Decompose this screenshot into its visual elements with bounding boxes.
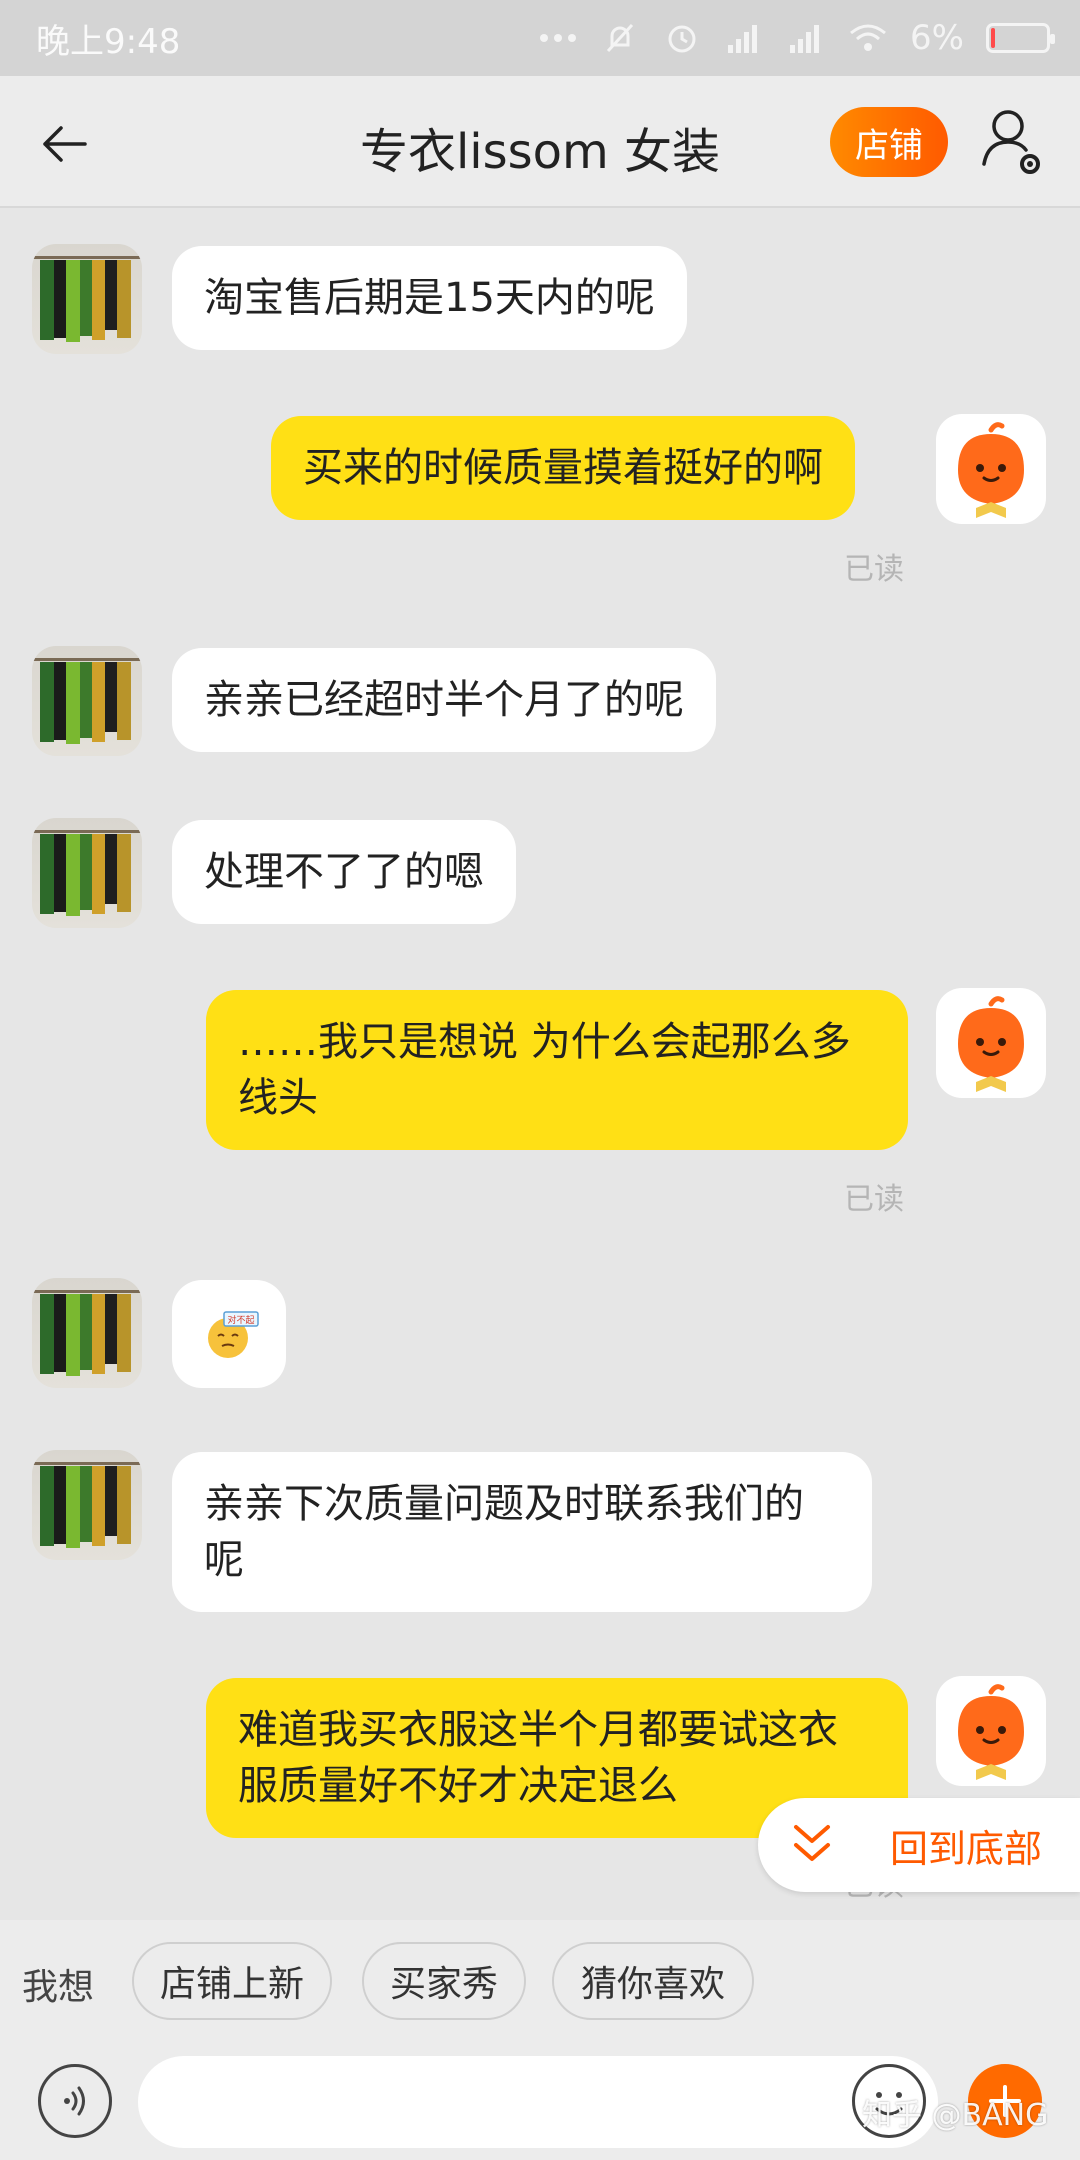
chat-header: 专衣lissom 女装 店铺 [0,76,1080,208]
quick-reply-bar: 我想 店铺上新 买家秀 猜你喜欢 [0,1920,1080,2044]
status-time: 晚上9:48 [36,21,181,62]
clothes-rack-image [32,1462,142,1548]
status-bar: 晚上9:48 6% [0,0,1080,76]
quick-reply-chip[interactable]: 买家秀 [362,1942,526,2020]
my-avatar[interactable] [936,988,1046,1098]
bell-muted-icon [600,21,640,55]
input-bar: 知乎 @BANG [0,2044,1080,2160]
clothes-rack-image [32,830,142,916]
shop-avatar[interactable] [32,244,142,354]
shop-avatar[interactable] [32,1278,142,1388]
double-chevron-down-icon [794,1825,830,1861]
quick-reply-chip[interactable]: 店铺上新 [132,1942,332,2020]
status-icons: 6% [538,18,1055,58]
voice-button[interactable] [38,2064,112,2138]
sticker-caption: 对不起 [227,1314,254,1326]
clothes-rack-image [32,658,142,744]
wifi-icon [848,21,888,55]
alarm-icon [662,21,702,55]
scroll-to-bottom-button[interactable]: 回到底部 [758,1798,1080,1892]
my-avatar[interactable] [936,1676,1046,1786]
message-bubble-sticker[interactable]: 对不起 [172,1280,286,1388]
scroll-to-bottom-label: 回到底部 [890,1826,1043,1871]
sorry-sticker-icon: 对不起 [208,1311,259,1358]
shop-button[interactable]: 店铺 [830,107,948,177]
read-status: 已读 [844,552,904,587]
shop-avatar[interactable] [32,818,142,928]
shop-avatar[interactable] [32,1450,142,1560]
dots-icon [538,21,578,55]
voice-wave-icon [64,2086,85,2116]
message-list[interactable]: 淘宝售后期是15天内的呢 买来的时候质量摸着挺好的啊 已读 亲亲已经超时半个月了… [0,210,1080,1920]
clothes-rack-image [32,256,142,342]
orange-mascot-icon [958,422,1024,518]
user-settings-button[interactable] [978,104,1048,180]
signal-icon [724,21,764,55]
battery-level [991,28,995,48]
quick-reply-prefix: 我想 [22,1967,95,2008]
orange-mascot-icon [958,1684,1024,1780]
message-bubble-me[interactable]: 买来的时候质量摸着挺好的啊 [271,416,855,520]
quick-reply-chip[interactable]: 猜你喜欢 [552,1942,754,2020]
shop-avatar[interactable] [32,646,142,756]
clothes-rack-image [32,1290,142,1376]
user-settings-icon [982,110,1040,174]
message-bubble-shop[interactable]: 亲亲下次质量问题及时联系我们的呢 [172,1452,872,1612]
message-bubble-shop[interactable]: 亲亲已经超时半个月了的呢 [172,648,716,752]
my-avatar[interactable] [936,414,1046,524]
battery-icon [986,23,1055,53]
battery-percent: 6% [910,18,964,58]
message-input[interactable] [138,2056,938,2148]
watermark: 知乎 @BANG [862,2098,1049,2133]
orange-mascot-icon [958,996,1024,1092]
message-bubble-me[interactable]: ……我只是想说 为什么会起那么多线头 [206,990,908,1150]
message-bubble-shop[interactable]: 处理不了了的嗯 [172,820,516,924]
signal-icon [786,21,826,55]
message-bubble-shop[interactable]: 淘宝售后期是15天内的呢 [172,246,687,350]
read-status: 已读 [844,1182,904,1217]
